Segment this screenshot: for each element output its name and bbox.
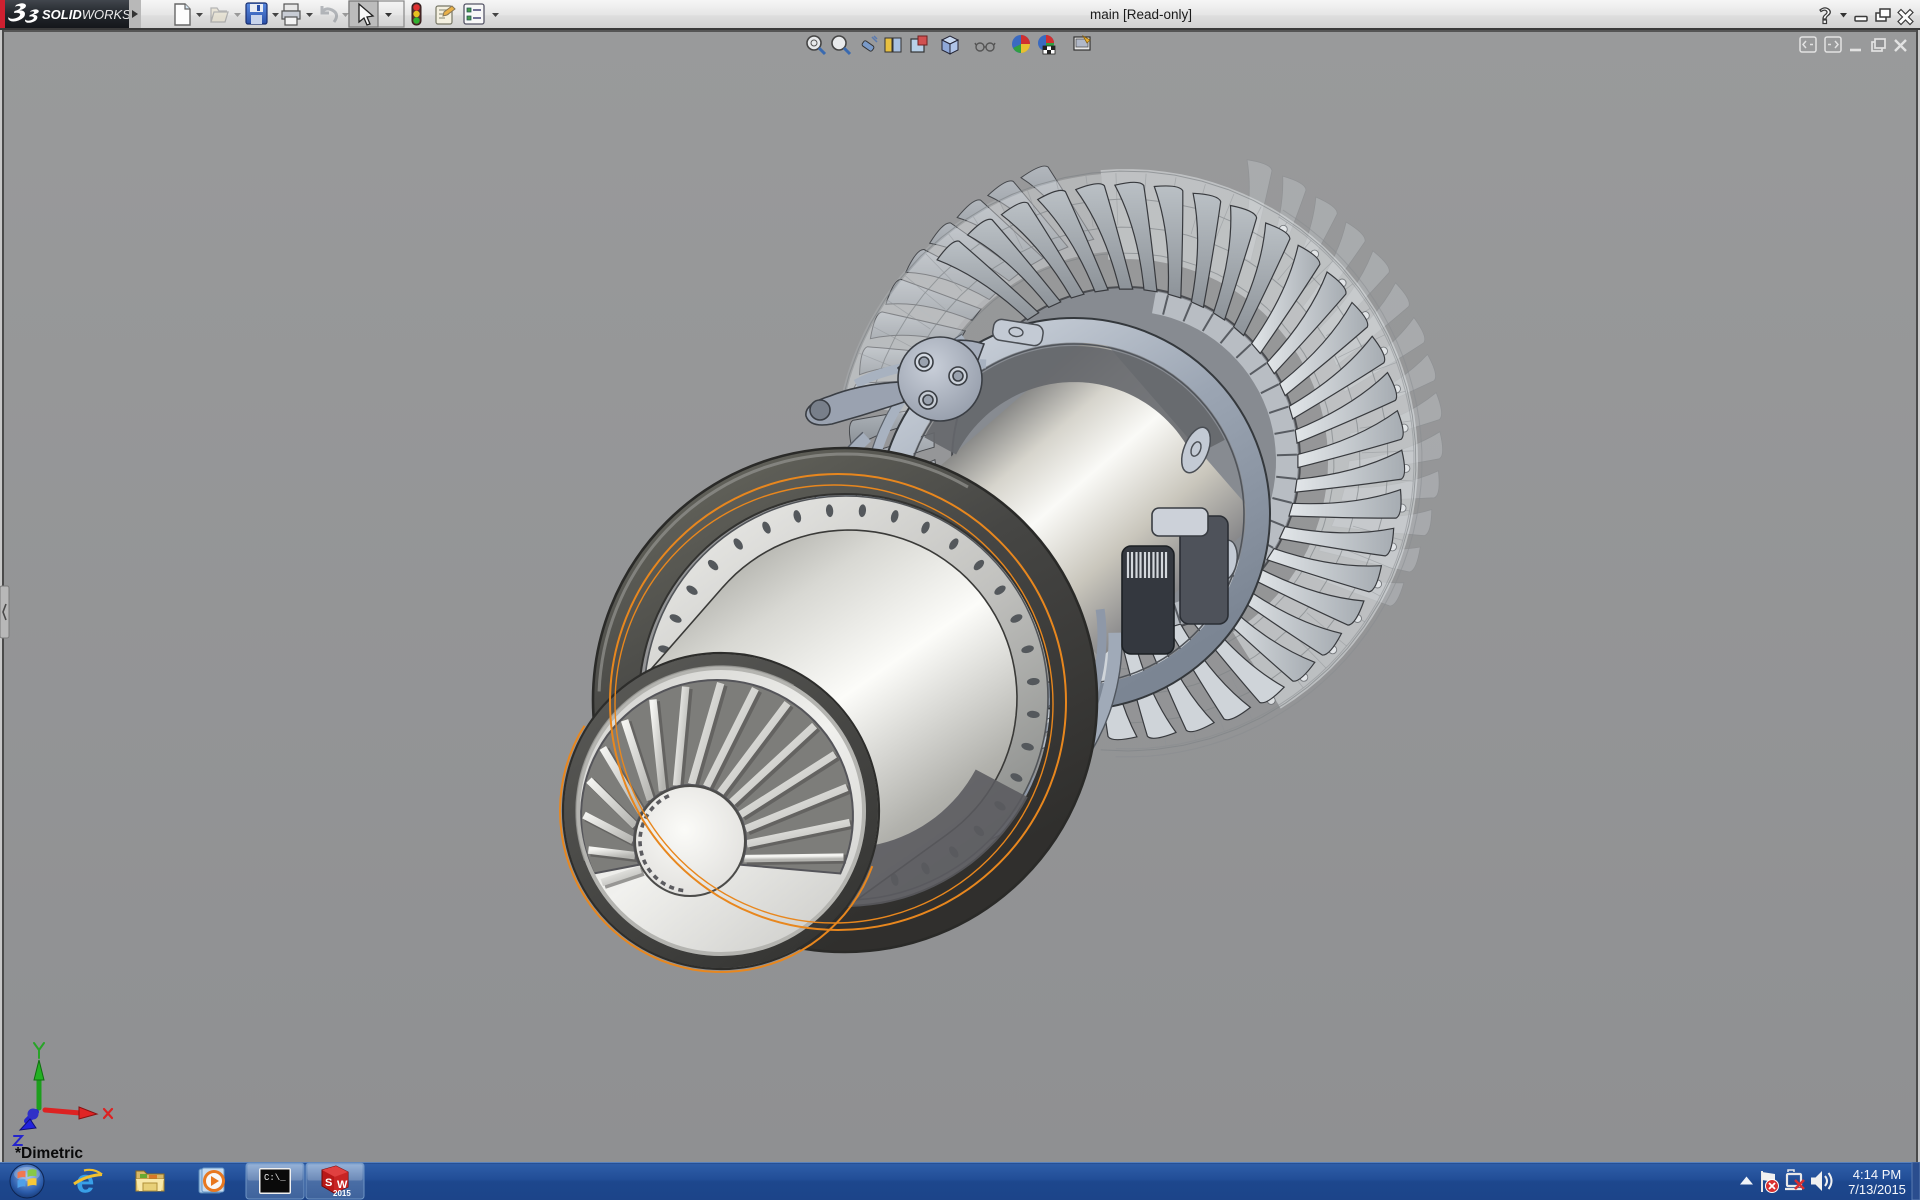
svg-text:7/13/2015: 7/13/2015 — [1848, 1182, 1906, 1197]
svg-text:C:\_: C:\_ — [264, 1173, 286, 1183]
svg-text:SOLIDWORKS: SOLIDWORKS — [42, 7, 131, 22]
svg-text:main [Read-only]: main [Read-only] — [1090, 7, 1192, 22]
svg-text:4:14 PM: 4:14 PM — [1853, 1167, 1901, 1182]
svg-text:2015: 2015 — [333, 1189, 351, 1198]
svg-text:S: S — [325, 1177, 332, 1189]
svg-text:*Dimetric: *Dimetric — [15, 1145, 83, 1162]
